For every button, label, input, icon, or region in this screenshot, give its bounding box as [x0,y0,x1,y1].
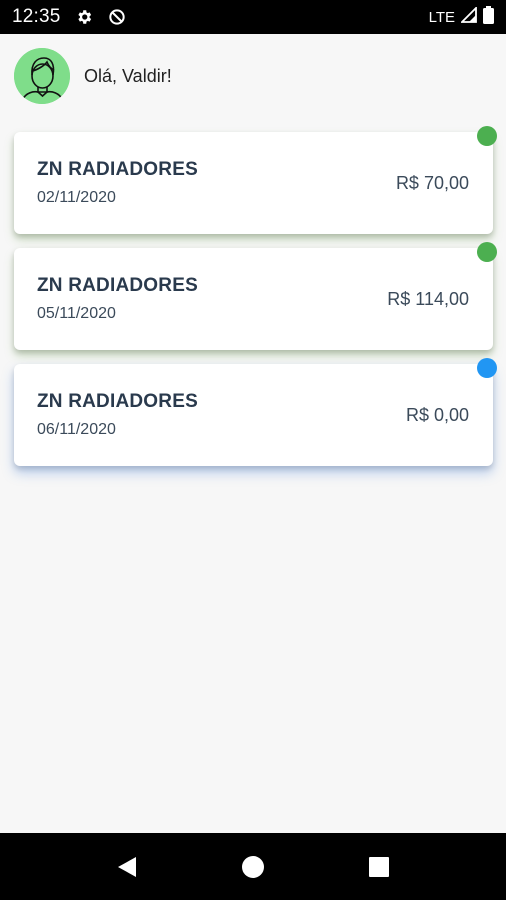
card-amount: R$ 0,00 [405,404,469,425]
transaction-card[interactable]: ZN RADIADORES 02/11/2020 R$ 70,00 [14,126,497,234]
battery-icon [483,5,494,29]
card-title: ZN RADIADORES [37,159,198,180]
navigation-bar [0,833,506,900]
recents-icon[interactable] [316,856,442,878]
status-bar: 12:35 LTE [0,0,506,34]
user-avatar-icon[interactable] [14,48,70,104]
transaction-list: ZN RADIADORES 02/11/2020 R$ 70,00 ZN RAD… [14,126,497,480]
transaction-card[interactable]: ZN RADIADORES 06/11/2020 R$ 0,00 [14,358,497,466]
status-dot [477,242,497,262]
card-title: ZN RADIADORES [37,275,198,296]
signal-icon [459,5,477,28]
card-amount: R$ 114,00 [387,288,469,309]
status-dot [477,126,497,146]
card-amount: R$ 70,00 [395,172,469,193]
sync-off-icon [107,7,127,27]
home-icon[interactable] [190,855,316,879]
transaction-card[interactable]: ZN RADIADORES 05/11/2020 R$ 114,00 [14,242,497,350]
status-dot [477,358,497,378]
greeting-text: Olá, Valdir! [84,65,172,86]
settings-icon [75,8,93,26]
user-header: Olá, Valdir! [14,48,172,104]
network-type: LTE [428,8,455,26]
back-icon[interactable] [64,855,190,879]
status-time: 12:35 [12,6,61,27]
card-date: 05/11/2020 [37,305,116,322]
card-date: 06/11/2020 [37,421,116,438]
card-title: ZN RADIADORES [37,391,198,412]
card-date: 02/11/2020 [37,189,116,206]
